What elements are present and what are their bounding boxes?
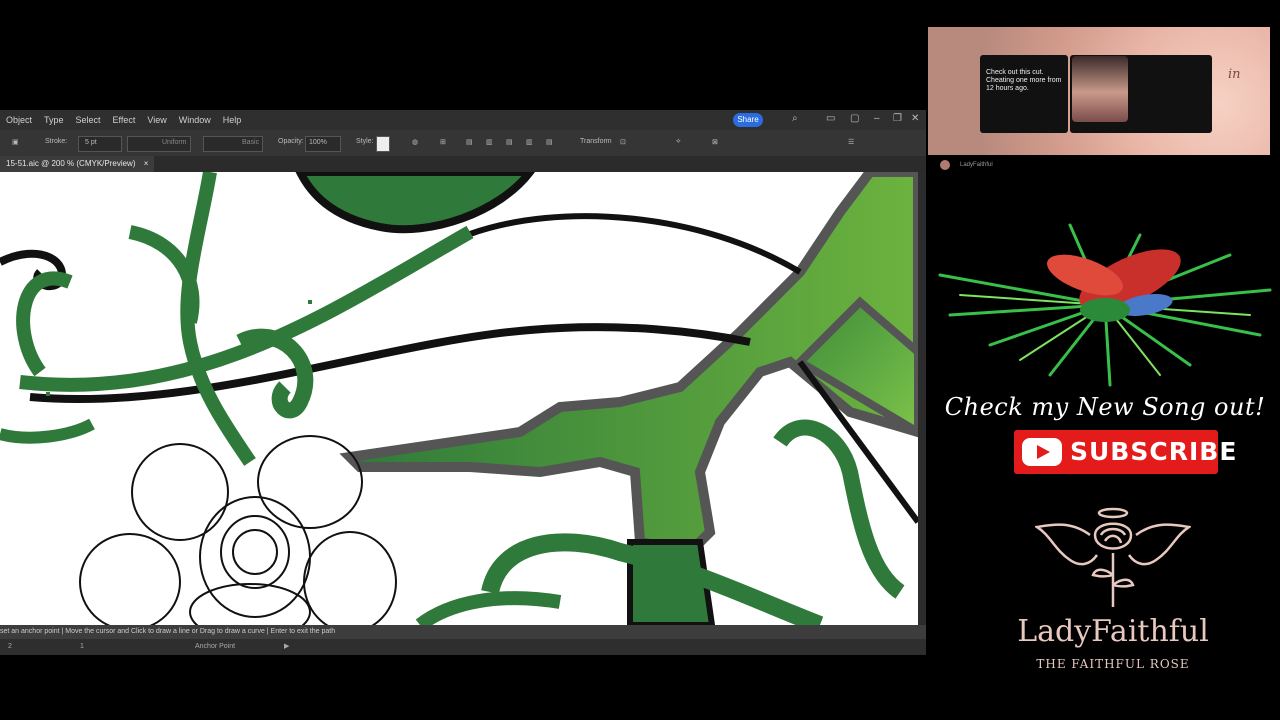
align-left-icon[interactable]: ▤ xyxy=(466,138,473,146)
align-center-icon[interactable]: ▥ xyxy=(486,138,493,146)
play-icon[interactable]: ▶ xyxy=(284,639,289,655)
brand-tagline: THE FAITHFUL ROSE xyxy=(1036,657,1190,671)
isolate-icon[interactable]: ⊡ xyxy=(620,138,626,146)
brush-definition[interactable]: Basic xyxy=(203,136,263,152)
corner-text: in xyxy=(1228,67,1241,82)
artboard-number[interactable]: 1 xyxy=(80,639,84,655)
search-icon[interactable]: ⌕ xyxy=(792,114,802,124)
flower-outline xyxy=(79,435,397,625)
youtube-play-icon xyxy=(1022,438,1062,466)
variable-width-profile[interactable]: Uniform xyxy=(127,136,191,152)
graphic-style-swatch[interactable] xyxy=(376,136,390,152)
youtube-subscribe-button[interactable]: SUBSCRIBE xyxy=(1014,430,1236,474)
menu-select[interactable]: Select xyxy=(70,115,107,125)
align-top-icon[interactable]: ▥ xyxy=(526,138,533,146)
video-card-text: Check out this cut. Cheating one more fr… xyxy=(986,69,1062,92)
menu-help[interactable]: Help xyxy=(217,115,248,125)
minimize-icon[interactable]: – xyxy=(874,114,884,124)
green-curl-right xyxy=(773,419,905,599)
illustrator-window: Object Type Select Effect View Window He… xyxy=(0,110,926,655)
anchor-point[interactable] xyxy=(46,392,50,396)
document-title: 15-51.aic @ 200 % (CMYK/Preview) xyxy=(6,159,136,168)
zoom-value[interactable]: 2 xyxy=(8,639,12,655)
transform-link[interactable]: Transform xyxy=(580,138,612,145)
menu-effect[interactable]: Effect xyxy=(107,115,142,125)
document-tab-bar: 15-51.aic @ 200 % (CMYK/Preview) × xyxy=(0,156,926,172)
style-label: Style: xyxy=(356,138,374,145)
menu-window[interactable]: Window xyxy=(173,115,217,125)
menu-bar: Object Type Select Effect View Window He… xyxy=(0,110,926,130)
align-icon[interactable]: ⊞ xyxy=(440,138,446,146)
anchor-point[interactable] xyxy=(308,300,312,304)
opacity-label: Opacity: xyxy=(278,138,304,145)
recolor-icon[interactable]: ◍ xyxy=(412,138,418,146)
shape-builder-icon[interactable]: ⟡ xyxy=(676,138,681,146)
black-swirl-1 xyxy=(29,323,751,404)
artboard-canvas[interactable] xyxy=(0,172,918,625)
maximize-icon[interactable]: ❐ xyxy=(893,114,903,124)
stroke-weight-field[interactable]: 5 pt xyxy=(78,136,122,152)
menu-view[interactable]: View xyxy=(141,115,172,125)
align-right-icon[interactable]: ▤ xyxy=(506,138,513,146)
green-curl-left xyxy=(16,271,73,377)
green-tendril-1 xyxy=(19,225,474,392)
menu-type[interactable]: Type xyxy=(38,115,70,125)
owner-name: LadyFaithful xyxy=(960,162,993,168)
rose-wings-logo xyxy=(1035,507,1191,607)
promo-headline: Check my New Song out! xyxy=(944,393,1266,421)
panel-menu-icon[interactable]: ☰ xyxy=(848,138,854,146)
bottom-bar: 2 1 Anchor Point ▶ xyxy=(0,639,926,655)
top-leaf xyxy=(295,172,536,234)
stroke-label: Stroke: xyxy=(45,138,68,145)
close-tab-icon[interactable]: × xyxy=(144,159,149,168)
workspace-icon[interactable]: ▢ xyxy=(850,114,860,124)
menu-object[interactable]: Object xyxy=(0,115,38,125)
profile-value: Uniform xyxy=(162,139,187,146)
fill-swatch-icon[interactable]: ▣ xyxy=(12,138,19,146)
opacity-field[interactable]: 100% xyxy=(305,136,341,152)
artwork xyxy=(0,172,918,625)
vertical-scrollbar[interactable] xyxy=(918,172,926,625)
current-tool: Anchor Point xyxy=(195,643,236,650)
owner-strip: LadyFaithful xyxy=(930,157,1270,173)
subscribe-label: SUBSCRIBE xyxy=(1070,437,1238,466)
video-card: Check out this cut. Cheating one more fr… xyxy=(980,55,1068,133)
green-leaf-left xyxy=(0,418,95,444)
green-curve-bottom-2 xyxy=(415,591,562,625)
streamer-face xyxy=(1072,56,1128,122)
arrange-documents-icon[interactable]: ▭ xyxy=(826,114,836,124)
brand-name: LadyFaithful xyxy=(1017,614,1209,649)
puppet-warp-icon[interactable]: ⊠ xyxy=(712,138,718,146)
close-icon[interactable]: ✕ xyxy=(911,114,921,124)
control-bar: ▣ Stroke: 5 pt Uniform Basic Opacity: 10… xyxy=(0,130,926,157)
document-tab[interactable]: 15-51.aic @ 200 % (CMYK/Preview) × xyxy=(0,156,155,172)
share-button[interactable]: Share xyxy=(733,113,763,127)
brush-value: Basic xyxy=(242,139,260,146)
stroke-weight-value: 5 pt xyxy=(85,139,97,146)
status-hint: set an anchor point | Move the cursor an… xyxy=(0,625,926,639)
feather-burst-graphic xyxy=(938,223,1272,387)
opacity-value: 100% xyxy=(309,139,327,146)
black-swirl-2 xyxy=(468,213,802,275)
align-middle-icon[interactable]: ▤ xyxy=(546,138,553,146)
